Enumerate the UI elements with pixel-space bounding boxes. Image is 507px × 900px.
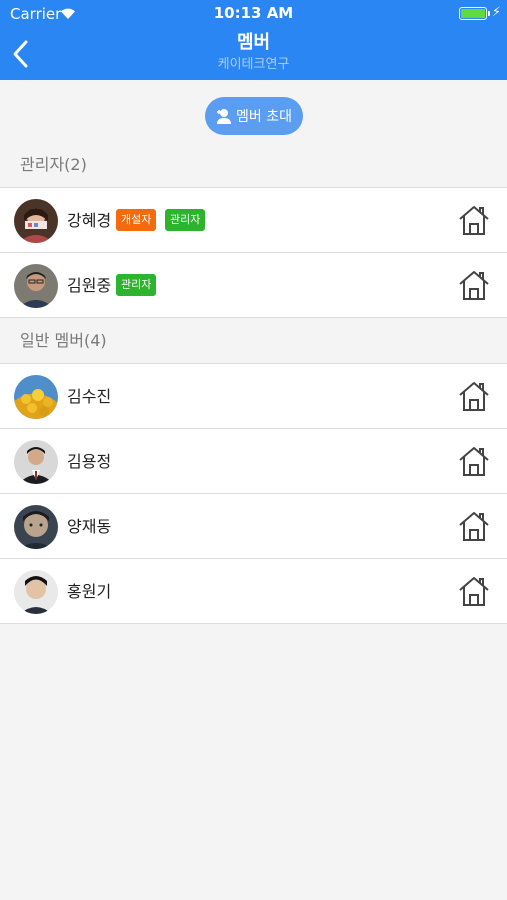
- member-home-button[interactable]: [458, 575, 490, 607]
- home-icon: [459, 271, 489, 300]
- list-item[interactable]: 김원중 관리자: [0, 253, 507, 318]
- add-user-icon: [217, 109, 231, 124]
- avatar: [14, 264, 58, 308]
- battery-icon: [459, 7, 490, 20]
- page-subtitle: 케이테크연구: [217, 57, 290, 72]
- list-item[interactable]: 김용정: [0, 429, 507, 494]
- avatar: [14, 440, 58, 484]
- list-item[interactable]: 김수진: [0, 364, 507, 429]
- general-members-list: 김수진 김용정 양재동 홍원기: [0, 363, 507, 624]
- member-name: 김원중: [67, 276, 112, 295]
- status-time: 10:13 AM: [213, 4, 294, 22]
- charging-icon: ⚡: [491, 5, 501, 20]
- founder-badge: 개설자: [116, 209, 157, 231]
- avatar: [14, 199, 58, 243]
- status-bar: Carrier 10:13 AM ⚡: [0, 0, 507, 28]
- invite-member-button[interactable]: 멤버 초대: [205, 97, 303, 135]
- member-home-button[interactable]: [458, 380, 490, 412]
- member-name: 양재동: [67, 517, 112, 536]
- member-home-button[interactable]: [458, 269, 490, 301]
- member-name: 홍원기: [67, 582, 112, 601]
- member-home-button[interactable]: [458, 204, 490, 236]
- home-icon: [459, 512, 489, 541]
- general-members-section-header: 일반 멤버(4): [20, 331, 107, 350]
- admins-list: 강혜경 개설자 관리자 김원중 관리자: [0, 187, 507, 318]
- navigation-bar: 멤버 케이테크연구: [0, 28, 507, 80]
- member-home-button[interactable]: [458, 510, 490, 542]
- home-icon: [459, 206, 489, 235]
- member-name: 김용정: [67, 452, 112, 471]
- page-title: 멤버: [236, 32, 271, 53]
- list-item[interactable]: 홍원기: [0, 559, 507, 624]
- home-icon: [459, 577, 489, 606]
- admins-section-header: 관리자(2): [20, 155, 87, 174]
- list-item[interactable]: 양재동: [0, 494, 507, 559]
- avatar: [14, 505, 58, 549]
- admin-badge: 관리자: [116, 274, 157, 296]
- member-name: 김수진: [67, 387, 112, 406]
- list-item[interactable]: 강혜경 개설자 관리자: [0, 188, 507, 253]
- avatar: [14, 570, 58, 614]
- member-name: 강혜경: [67, 211, 112, 230]
- home-icon: [459, 447, 489, 476]
- avatar: [14, 375, 58, 419]
- admin-badge: 관리자: [165, 209, 206, 231]
- invite-button-label: 멤버 초대: [236, 109, 292, 125]
- member-home-button[interactable]: [458, 445, 490, 477]
- home-icon: [459, 382, 489, 411]
